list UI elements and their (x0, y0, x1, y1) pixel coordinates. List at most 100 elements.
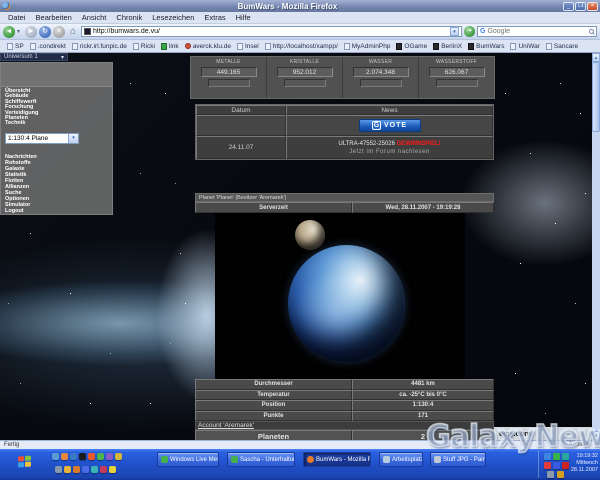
messenger-icon (161, 456, 168, 463)
planet-image (215, 213, 465, 379)
address-bar[interactable]: ▾ (81, 26, 462, 37)
planet-select[interactable]: 1:130:4 Plane ▾ (5, 132, 79, 144)
menu-chronik[interactable]: Chronik (111, 13, 147, 22)
bookmark-ricki[interactable]: Ricki (130, 42, 158, 50)
sidebar-item-technik[interactable]: Technik (5, 120, 112, 126)
stop-button[interactable]: ✕ (53, 25, 65, 38)
menu-datei[interactable]: Datei (3, 13, 31, 22)
resource-sub-box (359, 79, 402, 87)
quicklaunch-icon[interactable] (88, 453, 95, 460)
task-paint[interactable]: Stuff JPG - Pain (430, 452, 486, 467)
task-bumwars-firefox[interactable]: BumWars - Mozilla Fir... (303, 452, 371, 467)
bookmark-funpic[interactable]: rickr.irl.funpic.de (69, 42, 130, 50)
tray-divider (538, 451, 539, 478)
menu-extras[interactable]: Extras (199, 13, 230, 22)
start-button[interactable] (18, 455, 31, 468)
resource-metalle: Metalle 449.165 (191, 57, 267, 98)
quicklaunch-icon[interactable] (64, 466, 71, 473)
search-magnifier-icon[interactable] (589, 29, 594, 34)
page-scrollbar[interactable]: ▲ ▼ (592, 53, 600, 440)
serverzeit-value: Wed, 28.11.2007 - 19:19:28 (352, 202, 494, 213)
bookmark-icon (160, 42, 167, 50)
back-button[interactable]: ◄ (3, 25, 15, 38)
quick-launch-row-1 (52, 453, 122, 460)
bookmark-icon (132, 42, 139, 50)
quicklaunch-icon[interactable] (109, 466, 116, 473)
news-body: ULTRA-47552-25026 GEWINNSPIEL! Jetzt im … (286, 136, 493, 159)
bookmark-icon (433, 42, 440, 50)
resource-sub-box (207, 79, 250, 87)
quicklaunch-icon[interactable] (100, 466, 107, 473)
quicklaunch-icon[interactable] (97, 453, 104, 460)
blue-planet-image (288, 245, 405, 362)
title-bar[interactable]: BumWars - Mozilla Firefox _ ❐ × (0, 0, 600, 12)
chevron-down-icon: ▾ (60, 54, 64, 61)
bookmark-berlinx[interactable]: BerlinX (430, 42, 465, 50)
news-alert-text: GEWINNSPIEL! (396, 140, 441, 147)
bookmark-bumwars[interactable]: BumWars (465, 42, 507, 50)
quicklaunch-icon[interactable] (79, 453, 86, 460)
universe-selector[interactable]: Universum 1 ▾ (0, 53, 68, 61)
forward-button[interactable]: ► (25, 25, 37, 38)
bookmark-averck[interactable]: averck.klu.de (182, 43, 234, 50)
tray-shield-icon[interactable] (544, 453, 551, 460)
task-windows-live[interactable]: Windows Live Messen... (157, 452, 219, 467)
moon-image (295, 220, 325, 250)
bookmark-sancare[interactable]: Sancare (543, 42, 581, 50)
quicklaunch-icon[interactable] (61, 453, 68, 460)
task-sascha-chat[interactable]: Sascha - Unterhaltung (227, 452, 295, 467)
select-arrow-icon[interactable]: ▾ (68, 133, 78, 143)
quicklaunch-icon[interactable] (106, 453, 113, 460)
url-dropdown-icon[interactable]: ▾ (450, 27, 459, 36)
tray-volume-icon[interactable] (547, 471, 554, 478)
close-button[interactable]: × (587, 1, 598, 11)
vote-button[interactable]: G VOTE (358, 119, 421, 132)
quicklaunch-icon[interactable] (115, 453, 122, 460)
url-input[interactable] (93, 27, 448, 36)
quicklaunch-icon[interactable] (82, 466, 89, 473)
task-arbeitsplatz[interactable]: Arbeitsplatz (379, 452, 423, 467)
bookmark-icon (7, 42, 13, 50)
site-favicon (84, 28, 91, 35)
bookmark-ogame[interactable]: OGame (393, 42, 430, 50)
menu-bearbeiten[interactable]: Bearbeiten (31, 13, 77, 22)
quicklaunch-icon[interactable] (55, 466, 62, 473)
planet-panel: Planet 'Planet' (Besitzer 'Aremarek') Se… (195, 193, 494, 440)
menu-ansicht[interactable]: Ansicht (77, 13, 112, 22)
bookmark-insel[interactable]: Insel (234, 42, 262, 50)
search-bar[interactable]: G (477, 26, 597, 37)
resource-kristalle: Kristalle 952.012 (267, 57, 343, 98)
bookmark-link[interactable]: link (158, 42, 182, 50)
computer-icon (383, 456, 390, 463)
bookmark-myadminphp[interactable]: MyAdminPhp (341, 42, 394, 50)
resource-wasser: Wasser 2.074.348 (343, 57, 419, 98)
go-button[interactable]: ➜ (464, 26, 475, 37)
restore-button[interactable]: ❐ (575, 1, 586, 11)
taskbar-clock[interactable]: 19:19:32 Mittwoch 28.11.2007 (558, 453, 598, 473)
quicklaunch-icon[interactable] (70, 453, 77, 460)
bookmark-localhost[interactable]: http://localhost/xampp/ (262, 42, 341, 50)
bookmark-icon (29, 42, 36, 50)
minimize-button[interactable]: _ (563, 1, 574, 11)
tray-antivirus-icon[interactable] (544, 462, 551, 469)
menu-lesezeichen[interactable]: Lesezeichen (147, 13, 199, 22)
quicklaunch-icon[interactable] (52, 453, 59, 460)
sidebar-item-logout[interactable]: Logout (5, 208, 112, 214)
news-vote-date-cell (196, 115, 286, 136)
screen: BumWars - Mozilla Firefox _ ❐ × Datei Be… (0, 0, 600, 480)
quicklaunch-icon[interactable] (73, 466, 80, 473)
bookmark-sp[interactable]: SP (4, 42, 27, 50)
bookmark-uniwar[interactable]: UniWar (507, 42, 542, 50)
reload-button[interactable]: ↻ (39, 25, 51, 38)
window-title: BumWars - Mozilla Firefox (237, 1, 338, 11)
scroll-up-icon[interactable]: ▲ (592, 53, 600, 62)
planeten-link[interactable]: Planeten (195, 430, 352, 440)
quicklaunch-icon[interactable] (91, 466, 98, 473)
search-input[interactable] (487, 28, 587, 35)
home-button[interactable]: ⌂ (67, 26, 79, 38)
scrollbar-thumb[interactable] (592, 62, 600, 132)
back-dropdown-icon[interactable]: ▾ (17, 26, 23, 38)
bookmark-condirekt[interactable]: .condirekt (27, 42, 69, 50)
menu-hilfe[interactable]: Hilfe (231, 13, 256, 22)
page-viewport: Universum 1 ▾ Übersicht Gebäude Schiffsw… (0, 53, 600, 440)
